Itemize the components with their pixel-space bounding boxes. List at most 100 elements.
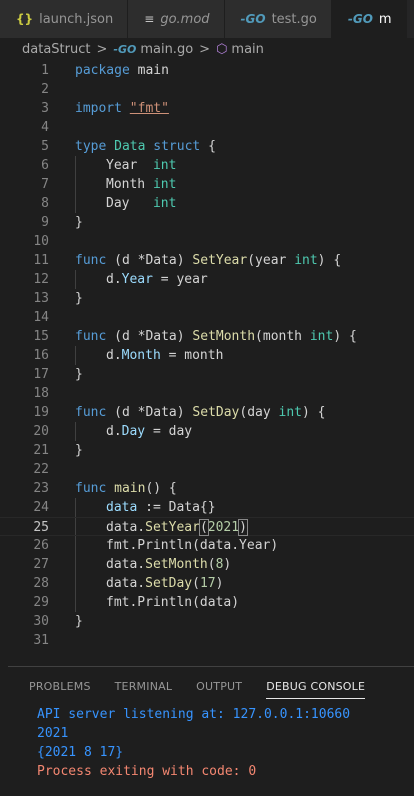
code-line: 19 func (d *Data) SetDay(day int) { [0, 403, 414, 422]
line-number: 12 [33, 272, 49, 287]
keyword: package [75, 63, 130, 78]
argument: (data.Year) [192, 538, 279, 553]
tab-label: m [378, 11, 392, 27]
code-line: 22 [0, 460, 414, 479]
line-number: 9 [41, 215, 49, 230]
tab-terminal[interactable]: TERMINAL [115, 680, 173, 693]
param: (month [255, 329, 310, 344]
code-line: 12 d.Year = year [0, 270, 414, 289]
breadcrumb-folder[interactable]: dataStruct [22, 42, 90, 57]
identifier: data. [106, 520, 146, 535]
go-icon: -GO [113, 42, 137, 56]
code-line: 2 [0, 80, 414, 99]
code-line: 24 data := Data{} [0, 498, 414, 517]
line-number: 16 [33, 348, 49, 363]
code-line: 17 } [0, 365, 414, 384]
code-line: 26 fmt.Println(data.Year) [0, 536, 414, 555]
keyword: func [75, 253, 107, 268]
identifier: data. [106, 557, 146, 572]
code-line: 23 func main() { [0, 479, 414, 498]
brace: } [75, 291, 83, 306]
identifier: data. [106, 576, 146, 591]
code-line: 10 [0, 232, 414, 251]
code-line: 6 Year int [0, 156, 414, 175]
console-line: API server listening at: 127.0.0.1:10660 [37, 707, 351, 722]
bottom-panel: PROBLEMS TERMINAL OUTPUT DEBUG CONSOLE A… [8, 666, 414, 796]
line-number: 26 [33, 538, 49, 553]
punct: ) { [333, 329, 357, 344]
line-number: 30 [33, 614, 49, 629]
code-line: 11 func (d *Data) SetYear(year int) { [0, 251, 414, 270]
line-number: 20 [33, 424, 49, 439]
json-icon: {} [16, 12, 34, 26]
console-line: Process exiting with code: 0 [37, 764, 257, 779]
receiver: (d *Data) [114, 253, 185, 268]
operator: = [145, 424, 169, 439]
code-line: 18 [0, 384, 414, 403]
declaration: := Data{} [137, 500, 216, 515]
keyword: type [75, 139, 107, 154]
line-number: 24 [33, 500, 49, 515]
brace: } [75, 215, 83, 230]
identifier: fmt.Println [106, 538, 193, 553]
tab-launch-json[interactable]: {} launch.json [0, 0, 129, 38]
tab-problems[interactable]: PROBLEMS [29, 680, 91, 693]
code-line: 13 } [0, 289, 414, 308]
line-number: 13 [33, 291, 49, 306]
breadcrumb-file[interactable]: main.go [140, 42, 193, 57]
line-number: 14 [33, 310, 49, 325]
line-number: 31 [33, 633, 49, 648]
keyword: func [75, 405, 107, 420]
function-name: SetYear [145, 520, 200, 535]
tab-label: launch.json [39, 11, 114, 27]
debug-console-output[interactable]: API server listening at: 127.0.0.1:10660… [8, 705, 414, 781]
brace: } [75, 443, 83, 458]
code-line: 15 func (d *Data) SetMonth(month int) { [0, 327, 414, 346]
code-line: 16 d.Month = month [0, 346, 414, 365]
tab-debug-console[interactable]: DEBUG CONSOLE [266, 674, 366, 699]
line-number: 3 [41, 101, 49, 116]
tab-go-mod[interactable]: ≡ go.mod [128, 0, 225, 38]
line-number: 19 [33, 405, 49, 420]
line-number: 27 [33, 557, 49, 572]
line-number: 29 [33, 595, 49, 610]
brace: } [75, 367, 83, 382]
tab-main-go[interactable]: -GO m [331, 0, 407, 38]
identifier: year [176, 272, 208, 287]
identifier: day [168, 424, 193, 439]
identifier: fmt.Println [106, 595, 193, 610]
operator: = [152, 272, 177, 287]
punct: ) { [317, 253, 342, 268]
field-name: Day [121, 424, 146, 439]
field-name: Month [121, 348, 161, 363]
identifier: main [137, 63, 169, 78]
brace: { [208, 139, 216, 154]
line-number: 10 [33, 234, 49, 249]
code-line: 31 [0, 631, 414, 650]
code-line: 28 data.SetDay(17) [0, 574, 414, 593]
punct: () { [145, 481, 177, 496]
code-line: 4 [0, 118, 414, 137]
code-line: 29 fmt.Println(data) [0, 593, 414, 612]
identifier: d. [106, 348, 122, 363]
identifier: month [184, 348, 224, 363]
line-number: 28 [33, 576, 49, 591]
field-name: Year [106, 158, 138, 173]
tab-output[interactable]: OUTPUT [196, 680, 242, 693]
console-line: {2021 8 17} [37, 745, 124, 760]
breadcrumb-symbol[interactable]: main [231, 42, 263, 57]
keyword: func [75, 481, 107, 496]
receiver: (d *Data) [114, 405, 185, 420]
code-editor[interactable]: 1 package main 2 3 import "fmt" 4 5 type… [0, 61, 414, 661]
code-line: 21 } [0, 441, 414, 460]
number-literal: 17 [199, 576, 216, 591]
line-number: 11 [33, 253, 49, 268]
line-number: 5 [41, 139, 49, 154]
tab-test-go[interactable]: -GO test.go [224, 0, 332, 38]
identifier: d. [106, 272, 122, 287]
punct: ) [223, 557, 232, 572]
function-name: SetDay [145, 576, 193, 591]
line-number: 23 [33, 481, 49, 496]
receiver: (d *Data) [114, 329, 185, 344]
mod-icon: ≡ [144, 12, 155, 26]
